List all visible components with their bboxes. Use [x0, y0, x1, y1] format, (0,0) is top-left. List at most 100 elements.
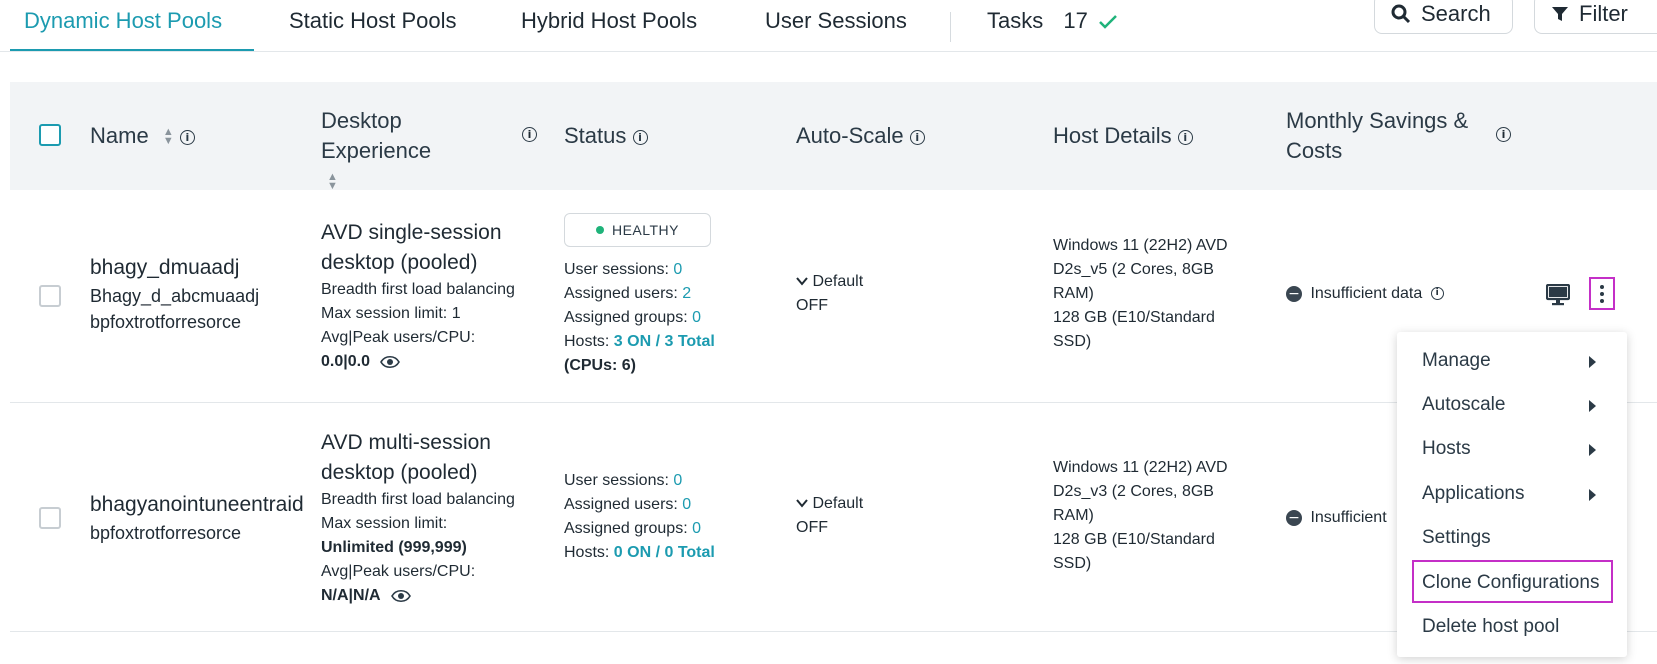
column-header-name[interactable]: Name ▲ ▼ i [90, 121, 195, 151]
host-pool-resource: bpfoxtrotforresorce [90, 312, 242, 332]
monthly-savings-cell: − Insufficient [1286, 506, 1387, 530]
filter-icon [1552, 7, 1568, 21]
tabs-divider [0, 51, 1657, 52]
host-pool-name[interactable]: bhagyanointuneentraid [90, 490, 304, 520]
user-sessions-label: User sessions: [564, 261, 669, 278]
eye-icon[interactable] [380, 355, 401, 369]
user-sessions-value[interactable]: 0 [673, 261, 682, 278]
auto-scale-toggle[interactable]: Default [796, 492, 863, 516]
assigned-users-label: Assigned users: [564, 285, 678, 302]
assigned-users-value[interactable]: 2 [682, 285, 691, 302]
max-session-label: Max session limit: [321, 515, 448, 532]
auto-scale-profile: Default [812, 495, 864, 512]
monthly-savings-cell: − Insufficient data i [1286, 282, 1444, 306]
column-header-desktop-experience[interactable]: Desktop Experience ▲ ▼ [321, 106, 451, 196]
menu-item-settings[interactable]: Settings [1422, 527, 1491, 549]
assigned-groups-value[interactable]: 0 [692, 520, 701, 537]
kebab-icon [1600, 284, 1604, 303]
tasks-count: 17 [1063, 8, 1088, 33]
column-monthly-savings-label: Monthly Savings & Costs [1286, 108, 1469, 163]
tab-tasks[interactable]: Tasks 17 [987, 8, 1118, 34]
host-pool-name-cell: bhagyanointuneentraid bpfoxtrotforresorc… [90, 490, 304, 546]
host-vm-size: D2s_v3 (2 Cores, 8GB [1053, 483, 1214, 500]
column-header-host-details: Host Details i [1053, 121, 1193, 151]
status-cell: User sessions: 0 Assigned users: 2 Assig… [564, 258, 715, 378]
column-header-monthly-savings: Monthly Savings & Costs [1286, 106, 1496, 166]
chevron-right-icon [1589, 444, 1596, 456]
sort-icon[interactable]: ▲ ▼ [163, 127, 174, 147]
select-all-checkbox[interactable] [39, 124, 61, 146]
menu-item-hosts[interactable]: Hosts [1422, 438, 1471, 460]
experience-title: AVD multi-session desktop (pooled) [321, 431, 491, 484]
host-pool-name-cell: bhagy_dmuaadj Bhagy_d_abcmuaadj bpfoxtro… [90, 253, 259, 335]
column-host-details-label: Host Details [1053, 123, 1172, 148]
row-checkbox[interactable] [39, 507, 61, 529]
desktop-icon[interactable] [1546, 284, 1570, 306]
tab-static-host-pools[interactable]: Static Host Pools [289, 8, 457, 34]
auto-scale-toggle[interactable]: Default [796, 270, 863, 294]
info-icon[interactable]: i [632, 129, 648, 145]
host-disk-type: SSD) [1053, 555, 1092, 572]
more-options-button[interactable] [1589, 277, 1615, 310]
search-button[interactable]: Search [1374, 0, 1513, 34]
tasks-label: Tasks [987, 8, 1044, 33]
savings-text: Insufficient data [1310, 285, 1423, 302]
tab-separator [950, 12, 951, 42]
tab-dynamic-host-pools[interactable]: Dynamic Host Pools [24, 8, 222, 34]
info-icon[interactable]: i [1496, 127, 1511, 142]
info-icon[interactable]: i [179, 129, 195, 145]
check-icon [1099, 15, 1117, 29]
cpus-value: (CPUs: 6) [564, 357, 637, 374]
assigned-groups-label: Assigned groups: [564, 520, 688, 537]
sort-icon[interactable]: ▲ ▼ [327, 172, 338, 192]
hosts-value[interactable]: 3 ON / 3 Total [614, 333, 715, 350]
chevron-down-icon [796, 277, 808, 286]
host-pool-resource: bpfoxtrotforresorce [90, 523, 242, 543]
avg-peak-value: N/A|N/A [321, 587, 381, 604]
user-sessions-value[interactable]: 0 [673, 472, 682, 489]
auto-scale-cell: Default OFF [796, 270, 863, 318]
chevron-right-icon [1589, 489, 1596, 501]
assigned-groups-label: Assigned groups: [564, 309, 688, 326]
hosts-value[interactable]: 0 ON / 0 Total [614, 544, 715, 561]
host-disk: 128 GB (E10/Standard [1053, 309, 1215, 326]
status-cell: User sessions: 0 Assigned users: 0 Assig… [564, 469, 715, 565]
menu-item-manage[interactable]: Manage [1422, 350, 1491, 372]
max-session-label: Max session limit: [321, 305, 448, 322]
host-pool-alias: Bhagy_d_abcmuaadj [90, 286, 260, 306]
info-icon[interactable]: i [909, 129, 925, 145]
column-status-label: Status [564, 123, 627, 148]
info-icon[interactable]: i [522, 127, 537, 142]
menu-item-applications[interactable]: Applications [1422, 483, 1524, 505]
tab-hybrid-host-pools[interactable]: Hybrid Host Pools [521, 8, 697, 34]
menu-item-delete-host-pool[interactable]: Delete host pool [1422, 616, 1559, 638]
minus-circle-icon: − [1286, 285, 1302, 302]
max-session-limit: Max session limit: 1 [321, 302, 551, 326]
column-header-auto-scale: Auto-Scale i [796, 121, 925, 151]
menu-item-autoscale[interactable]: Autoscale [1422, 394, 1505, 416]
hosts-label: Hosts: [564, 333, 610, 350]
host-details-cell: Windows 11 (22H2) AVD D2s_v3 (2 Cores, 8… [1053, 456, 1253, 576]
info-icon[interactable]: i [1177, 129, 1193, 145]
filter-button[interactable]: Filter [1534, 0, 1657, 34]
host-disk: 128 GB (E10/Standard [1053, 531, 1215, 548]
host-os: Windows 11 (22H2) AVD [1053, 237, 1228, 254]
menu-item-clone-configurations[interactable]: Clone Configurations [1422, 572, 1599, 594]
assigned-groups-value[interactable]: 0 [692, 309, 701, 326]
search-icon [1391, 4, 1411, 24]
avg-peak-value: 0.0|0.0 [321, 353, 370, 370]
tab-user-sessions[interactable]: User Sessions [765, 8, 907, 34]
assigned-users-value[interactable]: 0 [682, 496, 691, 513]
host-os: Windows 11 (22H2) AVD [1053, 459, 1228, 476]
row-checkbox[interactable] [39, 285, 61, 307]
host-pool-name[interactable]: bhagy_dmuaadj [90, 253, 259, 283]
info-icon[interactable]: i [1430, 287, 1444, 301]
eye-icon[interactable] [391, 589, 411, 603]
filter-label: Filter [1579, 1, 1628, 26]
load-balancing: Breadth first load balancing [321, 281, 515, 298]
assigned-users-label: Assigned users: [564, 496, 678, 513]
host-details-cell: Windows 11 (22H2) AVD D2s_v5 (2 Cores, 8… [1053, 234, 1253, 354]
status-badge-label: HEALTHY [611, 222, 680, 238]
desktop-experience-cell: AVD multi-session desktop (pooled) Bread… [321, 428, 551, 608]
search-label: Search [1421, 1, 1491, 26]
